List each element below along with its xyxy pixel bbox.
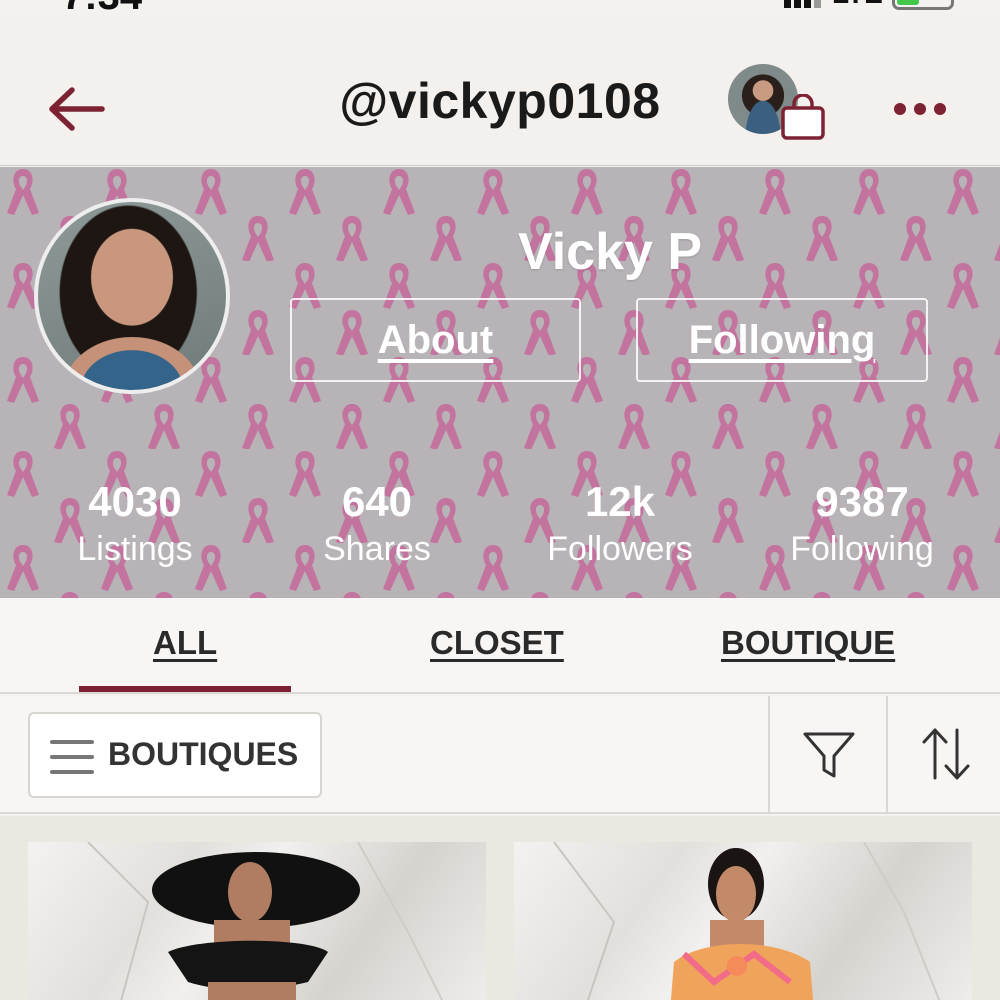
following-button[interactable]: Following (636, 298, 928, 382)
stat-following[interactable]: 9387 Following (742, 478, 982, 572)
arrow-left-icon[interactable] (44, 84, 106, 134)
divider (886, 696, 888, 814)
username-handle: @vickyp0108 (339, 73, 661, 129)
listing-photo (87, 842, 444, 1000)
network-label: LTE (832, 0, 883, 10)
signal-icon (784, 0, 824, 8)
stat-value: 640 (341, 478, 413, 525)
stat-followers[interactable]: 12k Followers (500, 478, 740, 572)
status-bar: 7:34 LTE (0, 0, 1000, 14)
boutiques-label: BOUTIQUES (108, 736, 299, 772)
top-nav-bar: @vickyp0108 (0, 14, 1000, 166)
filter-funnel-icon[interactable] (800, 726, 858, 784)
listing-card[interactable] (28, 842, 486, 1000)
listing-card[interactable] (514, 842, 972, 1000)
tab-all[interactable]: ALL (153, 624, 217, 662)
stat-listings[interactable]: 4030 Listings (15, 478, 255, 572)
tab-boutique[interactable]: BOUTIQUE (721, 624, 895, 662)
profile-avatar[interactable] (34, 198, 230, 394)
more-dots-icon[interactable] (890, 94, 950, 124)
stat-value: 9387 (815, 478, 909, 525)
hamburger-icon (50, 740, 94, 774)
stat-value: 12k (584, 478, 656, 525)
listing-photo (553, 842, 941, 1000)
stat-label: Followers (547, 530, 693, 568)
closet-tabs: ALL CLOSET BOUTIQUE (0, 598, 1000, 694)
stat-label: Following (790, 530, 934, 568)
filter-bar: BOUTIQUES (0, 696, 1000, 814)
shopping-bag-icon[interactable] (780, 94, 826, 140)
battery-icon (892, 0, 954, 10)
listings-grid (0, 816, 1000, 1000)
stat-shares[interactable]: 640 Shares (257, 478, 497, 572)
stat-label: Shares (323, 530, 431, 568)
tab-closet[interactable]: CLOSET (430, 624, 564, 662)
profile-name: Vicky P (517, 223, 703, 281)
profile-cover: Vicky P About Following 4030 Listings 64… (0, 167, 1000, 598)
stat-label: Listings (77, 530, 193, 568)
divider (768, 696, 770, 814)
about-button[interactable]: About (290, 298, 581, 382)
boutiques-button[interactable]: BOUTIQUES (28, 712, 322, 798)
active-tab-indicator (79, 686, 291, 692)
status-time: 7:34 (62, 0, 142, 14)
stat-value: 4030 (88, 478, 182, 525)
sort-arrows-icon[interactable] (918, 724, 974, 784)
